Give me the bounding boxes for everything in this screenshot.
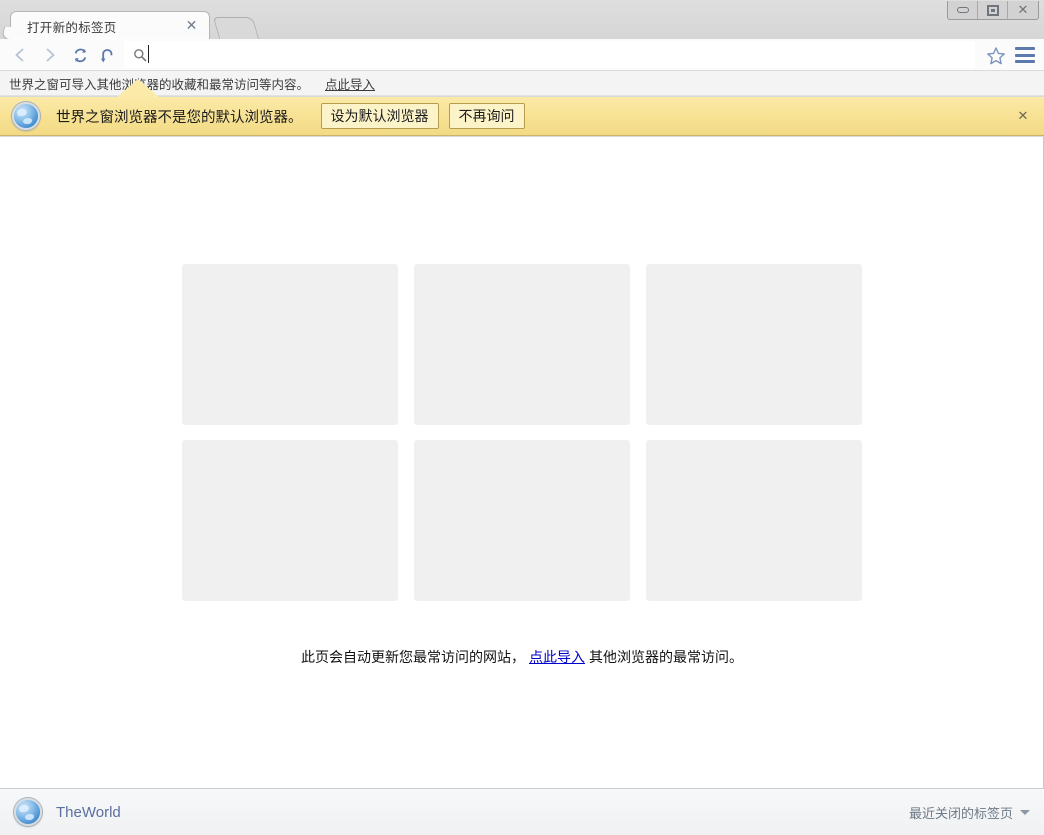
- recently-closed-tabs-button[interactable]: 最近关闭的标签页: [909, 803, 1030, 822]
- default-browser-notification: 世界之窗浏览器不是您的默认浏览器。 设为默认浏览器 不再询问 ✕: [0, 97, 1044, 136]
- globe-icon: [14, 798, 42, 826]
- text-cursor: [148, 45, 149, 63]
- undo-close-tab-button[interactable]: [96, 44, 120, 66]
- close-icon: ✕: [1018, 4, 1029, 17]
- chevron-left-icon: [13, 47, 27, 63]
- status-bar: TheWorld 最近关闭的标签页: [0, 788, 1044, 835]
- forward-button[interactable]: [38, 44, 62, 66]
- window-controls: ✕: [947, 1, 1039, 20]
- thumbnail-tile[interactable]: [646, 440, 862, 601]
- dont-ask-again-button[interactable]: 不再询问: [449, 103, 525, 129]
- chevron-down-icon: [1020, 810, 1030, 815]
- thumbnail-tile[interactable]: [182, 264, 398, 425]
- globe-icon: [12, 102, 40, 130]
- hint-text-after: 其他浏览器的最常访问。: [589, 649, 743, 665]
- new-tab-button[interactable]: [213, 17, 259, 39]
- thumbnail-tile[interactable]: [414, 440, 630, 601]
- close-icon[interactable]: ✕: [1016, 109, 1030, 123]
- tab-strip: 打开新的标签页 ✕ ✕: [0, 0, 1044, 39]
- browser-window: 打开新的标签页 ✕ ✕: [0, 0, 1044, 835]
- most-visited-grid: [182, 264, 862, 601]
- recently-closed-tabs-label: 最近关闭的标签页: [909, 803, 1013, 822]
- browser-tab[interactable]: 打开新的标签页 ✕: [10, 11, 210, 39]
- thumbnail-tile[interactable]: [414, 264, 630, 425]
- minimize-button[interactable]: [948, 1, 978, 19]
- search-icon: [132, 47, 148, 63]
- reload-icon: [72, 47, 89, 64]
- maximize-button[interactable]: [978, 1, 1008, 19]
- close-icon[interactable]: ✕: [184, 18, 199, 33]
- undo-arrow-icon: [100, 47, 116, 64]
- navigation-bar: [0, 39, 1044, 71]
- brand-label: TheWorld: [56, 804, 121, 821]
- import-link[interactable]: 点此导入: [529, 649, 585, 665]
- maximize-icon: [987, 5, 999, 16]
- tab-title: 打开新的标签页: [27, 17, 117, 36]
- new-tab-hint: 此页会自动更新您最常访问的网站，点此导入其他浏览器的最常访问。: [0, 647, 1044, 667]
- address-input[interactable]: [154, 47, 975, 62]
- close-window-button[interactable]: ✕: [1008, 1, 1038, 19]
- hamburger-menu-icon[interactable]: [1015, 47, 1035, 63]
- chevron-right-icon: [43, 47, 57, 63]
- reload-button[interactable]: [68, 44, 92, 66]
- thumbnail-tile[interactable]: [646, 264, 862, 425]
- notification-pointer: [116, 79, 160, 98]
- bookmark-star-icon[interactable]: [986, 46, 1006, 66]
- new-tab-page: 此页会自动更新您最常访问的网站，点此导入其他浏览器的最常访问。: [0, 137, 1044, 788]
- import-link[interactable]: 点此导入: [325, 74, 375, 93]
- notification-message: 世界之窗浏览器不是您的默认浏览器。: [56, 106, 303, 127]
- thumbnail-tile[interactable]: [182, 440, 398, 601]
- set-default-browser-button[interactable]: 设为默认浏览器: [321, 103, 439, 129]
- hint-text-before: 此页会自动更新您最常访问的网站，: [301, 649, 525, 665]
- minimize-icon: [957, 7, 969, 13]
- back-button[interactable]: [8, 44, 32, 66]
- address-bar[interactable]: [124, 41, 975, 68]
